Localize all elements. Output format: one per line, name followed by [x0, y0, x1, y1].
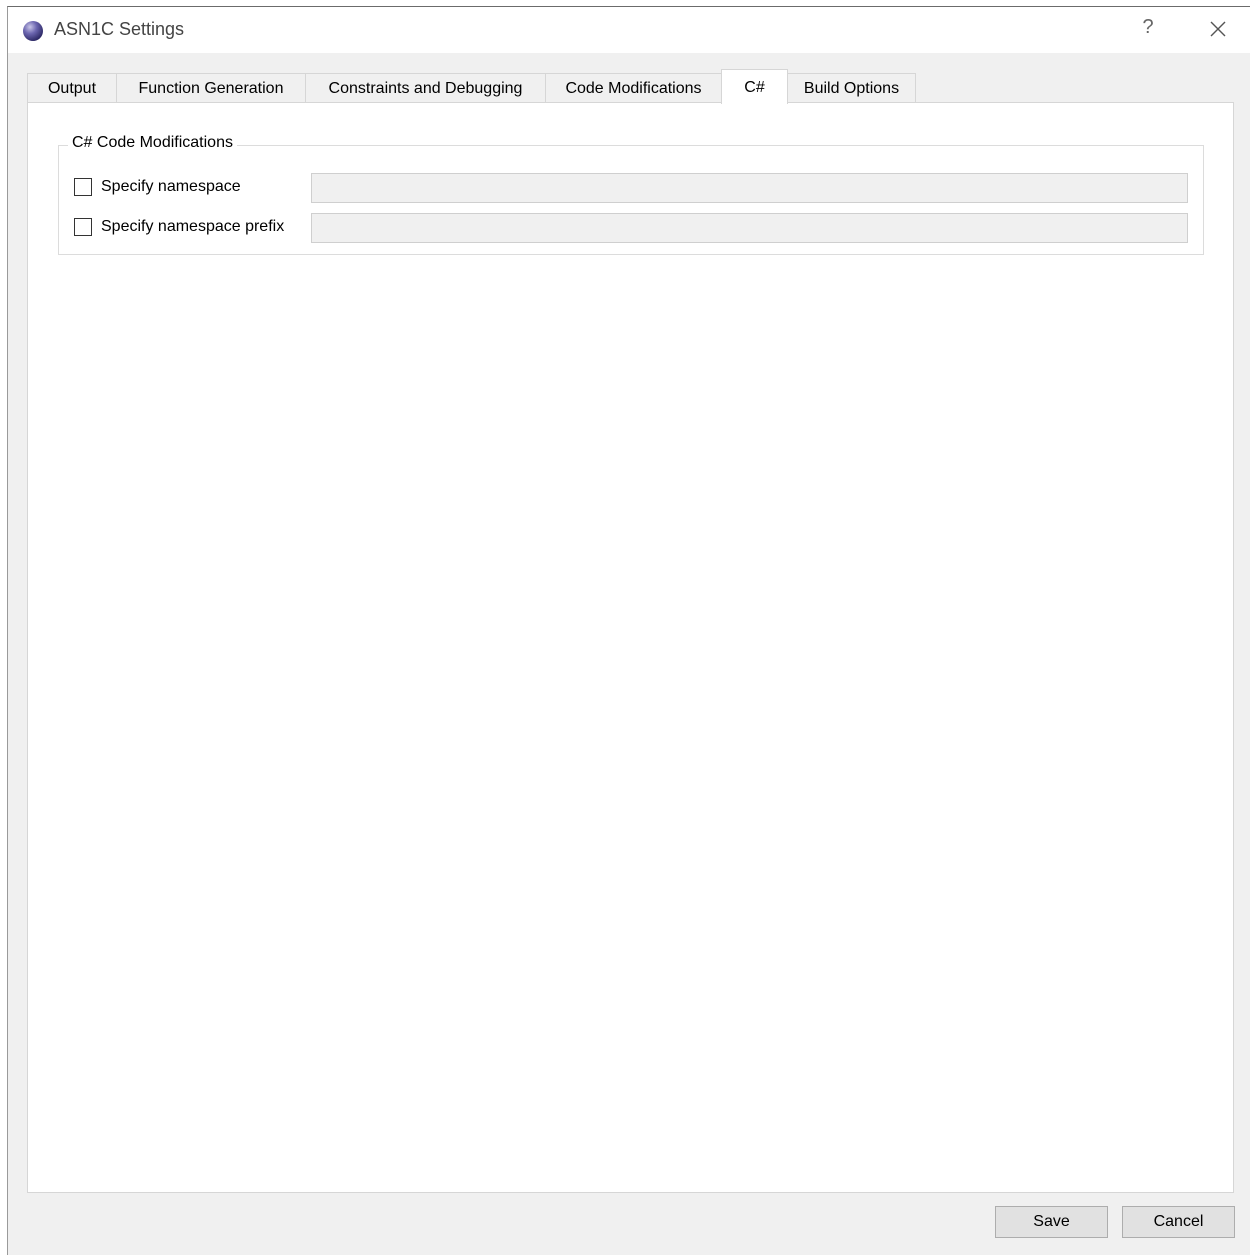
specify-namespace-checkbox[interactable]: [74, 178, 92, 196]
csharp-code-modifications-group: C# Code Modifications Specify namespace …: [58, 134, 1204, 255]
tab-panel-csharp: C# Code Modifications Specify namespace …: [27, 102, 1234, 1193]
tab-csharp[interactable]: C#: [721, 69, 788, 104]
settings-dialog: ASN1C Settings ? Output Function Generat…: [7, 6, 1250, 1255]
specify-namespace-label[interactable]: Specify namespace: [101, 178, 241, 196]
help-button[interactable]: ?: [1136, 16, 1160, 39]
specify-namespace-prefix-label[interactable]: Specify namespace prefix: [101, 218, 284, 236]
tab-constraints-and-debugging[interactable]: Constraints and Debugging: [305, 73, 546, 103]
specify-namespace-prefix-checkbox[interactable]: [74, 218, 92, 236]
namespace-input[interactable]: [311, 173, 1188, 203]
save-button[interactable]: Save: [995, 1206, 1108, 1238]
tab-code-modifications[interactable]: Code Modifications: [545, 73, 722, 103]
group-title: C# Code Modifications: [68, 134, 237, 152]
tab-output[interactable]: Output: [27, 73, 117, 103]
tab-function-generation[interactable]: Function Generation: [116, 73, 306, 103]
cancel-button[interactable]: Cancel: [1122, 1206, 1235, 1238]
close-icon: [1210, 21, 1226, 37]
title-bar: ASN1C Settings ?: [8, 7, 1250, 53]
namespace-prefix-input[interactable]: [311, 213, 1188, 243]
tab-build-options[interactable]: Build Options: [787, 73, 916, 103]
app-icon: [23, 21, 43, 41]
close-button[interactable]: [1204, 15, 1232, 43]
window-title: ASN1C Settings: [54, 19, 185, 39]
